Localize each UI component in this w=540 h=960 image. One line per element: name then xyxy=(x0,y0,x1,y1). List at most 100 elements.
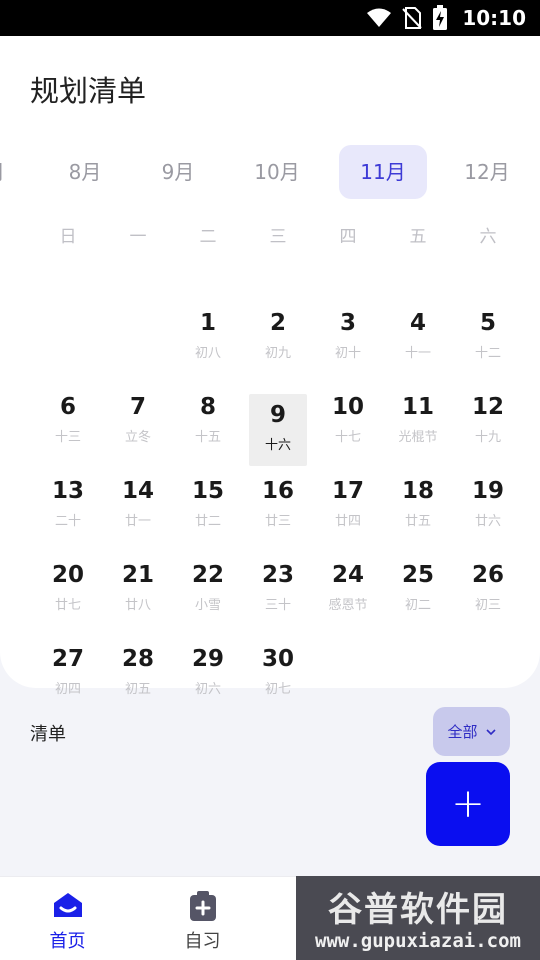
lunar-date: 小雪 xyxy=(194,598,221,613)
calendar-day[interactable]: 26 初三 xyxy=(459,552,517,624)
day-number: 4 xyxy=(409,310,426,336)
no-sim-icon xyxy=(402,7,423,29)
calendar-day[interactable]: 22 小雪 xyxy=(179,552,237,624)
calendar-day[interactable]: 30 初七 xyxy=(249,636,307,708)
weekday-label: 二 xyxy=(199,227,217,247)
lunar-date: 初十 xyxy=(334,346,361,361)
lunar-date: 廿六 xyxy=(474,514,501,529)
calendar-day[interactable]: 29 初六 xyxy=(179,636,237,708)
day-number: 1 xyxy=(199,310,216,336)
calendar-day[interactable]: 18 廿五 xyxy=(389,468,447,540)
calendar-day[interactable]: 6 十三 xyxy=(39,384,97,456)
lunar-date: 十九 xyxy=(474,430,501,445)
month-tab-active[interactable]: 11月 xyxy=(339,145,427,199)
calendar-card: 规划清单 月 8月 9月 10月 11月 12月 日 一 二 三 四 五 六 1… xyxy=(0,36,540,697)
calendar-day[interactable]: 20 廿七 xyxy=(39,552,97,624)
month-tab[interactable]: 月 xyxy=(0,145,10,199)
calendar-day[interactable]: 23 三十 xyxy=(249,552,307,624)
calendar-day[interactable]: 2 初九 xyxy=(249,300,307,372)
calendar-day[interactable]: 21 廿八 xyxy=(109,552,167,624)
wifi-icon xyxy=(367,8,392,27)
lunar-date: 二十 xyxy=(54,514,81,529)
day-number: 24 xyxy=(331,562,364,588)
status-icons: 10:10 xyxy=(366,0,526,36)
weekday-label: 日 xyxy=(59,227,77,247)
add-button[interactable]: + xyxy=(426,762,510,846)
calendar-day[interactable]: 28 初五 xyxy=(109,636,167,708)
calendar-day[interactable]: 24 感恩节 xyxy=(319,552,377,624)
day-number: 29 xyxy=(191,646,224,672)
month-tab[interactable]: 12月 xyxy=(452,145,522,199)
calendar-day[interactable]: 8 十五 xyxy=(179,384,237,456)
chevron-down-icon xyxy=(485,728,496,735)
day-number: 26 xyxy=(471,562,504,588)
calendar-day[interactable]: 19 廿六 xyxy=(459,468,517,540)
calendar-day[interactable]: 16 廿三 xyxy=(249,468,307,540)
day-number: 28 xyxy=(121,646,154,672)
lunar-date: 廿四 xyxy=(334,514,361,529)
calendar-day-today[interactable]: 9 十六 xyxy=(249,394,307,466)
day-number: 10 xyxy=(331,394,364,420)
lunar-date: 廿八 xyxy=(124,598,151,613)
filter-label: 全部 xyxy=(447,723,478,741)
day-number: 19 xyxy=(471,478,504,504)
day-number: 23 xyxy=(261,562,294,588)
day-number: 22 xyxy=(191,562,224,588)
plus-icon: + xyxy=(451,781,485,827)
nav-item-study[interactable]: 自习 xyxy=(135,877,270,960)
month-tab[interactable]: 9月 xyxy=(143,145,213,199)
lunar-date: 三十 xyxy=(264,598,291,613)
day-number: 13 xyxy=(51,478,84,504)
lunar-date: 立冬 xyxy=(124,430,151,445)
calendar-day[interactable]: 12 十九 xyxy=(459,384,517,456)
watermark-url: www.gupuxiazai.com xyxy=(315,930,521,952)
day-number: 17 xyxy=(331,478,364,504)
calendar-day[interactable]: 15 廿二 xyxy=(179,468,237,540)
lunar-date: 初二 xyxy=(404,598,431,613)
weekday-label: 六 xyxy=(479,227,497,247)
filter-dropdown[interactable]: 全部 xyxy=(433,707,510,756)
weekday-label: 五 xyxy=(409,227,427,247)
day-number: 5 xyxy=(479,310,496,336)
day-number: 2 xyxy=(269,310,286,336)
calendar-day[interactable]: 17 廿四 xyxy=(319,468,377,540)
lunar-date: 初九 xyxy=(264,346,291,361)
calendar-day[interactable]: 14 廿一 xyxy=(109,468,167,540)
calendar-day[interactable]: 1 初八 xyxy=(179,300,237,372)
calendar-day[interactable]: 13 二十 xyxy=(39,468,97,540)
lunar-date: 十一 xyxy=(404,346,431,361)
calendar-day[interactable]: 4 十一 xyxy=(389,300,447,372)
clipboard-add-icon xyxy=(189,891,216,921)
lunar-date: 初三 xyxy=(474,598,501,613)
lunar-date: 廿五 xyxy=(404,514,431,529)
nav-label: 自习 xyxy=(184,931,221,952)
lunar-date: 初六 xyxy=(194,682,221,697)
day-number: 3 xyxy=(339,310,356,336)
nav-item-home[interactable]: 首页 xyxy=(0,877,135,960)
lunar-date: 初四 xyxy=(54,682,81,697)
day-number: 6 xyxy=(59,394,76,420)
day-number: 18 xyxy=(401,478,434,504)
calendar-day[interactable]: 10 十七 xyxy=(319,384,377,456)
month-tab[interactable]: 8月 xyxy=(50,145,120,199)
calendar-day[interactable]: 27 初四 xyxy=(39,636,97,708)
calendar-day[interactable]: 7 立冬 xyxy=(109,384,167,456)
calendar-day[interactable]: 11 光棍节 xyxy=(389,384,447,456)
lunar-date: 感恩节 xyxy=(328,598,368,613)
calendar-day[interactable]: 3 初十 xyxy=(319,300,377,372)
home-icon xyxy=(53,893,82,917)
calendar-day[interactable]: 25 初二 xyxy=(389,552,447,624)
day-number: 20 xyxy=(51,562,84,588)
watermark: 谷普软件园 www.gupuxiazai.com xyxy=(296,876,540,960)
day-number: 8 xyxy=(199,394,216,420)
calendar-day[interactable]: 5 十二 xyxy=(459,300,517,372)
watermark-title: 谷普软件园 xyxy=(328,890,508,930)
lunar-date: 廿七 xyxy=(54,598,81,613)
day-number: 7 xyxy=(129,394,146,420)
day-number: 12 xyxy=(471,394,504,420)
status-bar: 10:10 xyxy=(0,0,540,36)
day-number: 27 xyxy=(51,646,84,672)
lunar-date: 光棍节 xyxy=(398,430,438,445)
nav-label: 首页 xyxy=(49,931,86,952)
month-tab[interactable]: 10月 xyxy=(242,145,312,199)
